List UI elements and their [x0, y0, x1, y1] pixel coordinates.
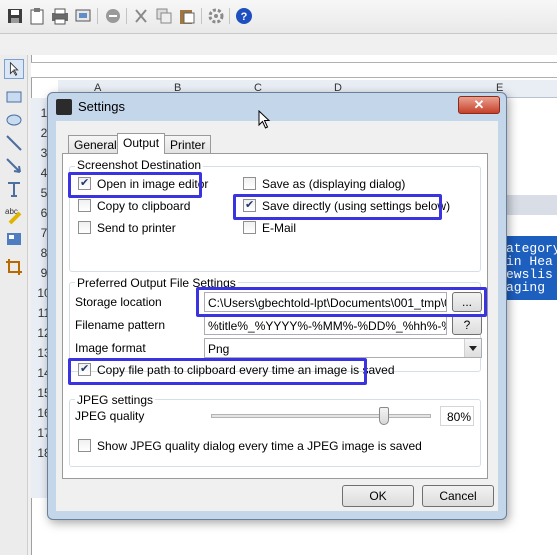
- checkbox-box: [243, 221, 256, 234]
- tab-output[interactable]: Output: [117, 133, 166, 154]
- copy-icon[interactable]: [155, 7, 173, 25]
- paste-icon[interactable]: [178, 7, 196, 25]
- filename-pattern-input[interactable]: %title%_%YYYY%-%MM%-%DD%_%hh%-%mm%-: [204, 315, 447, 335]
- email-checkbox[interactable]: E-Mail: [243, 221, 296, 235]
- show-jpeg-dialog-checkbox[interactable]: Show JPEG quality dialog every time a JP…: [78, 439, 422, 453]
- rectangle-tool-icon[interactable]: [4, 87, 24, 107]
- toolbar-separator: [97, 8, 98, 24]
- image-format-label: Image format: [75, 341, 146, 355]
- checkbox-label: Send to printer: [97, 221, 176, 235]
- output-tab-panel: Screenshot Destination Open in image edi…: [62, 153, 488, 479]
- canvas-top-strip: [31, 62, 557, 78]
- toolbar-separator: [126, 8, 127, 24]
- clipboard-icon[interactable]: [28, 7, 46, 25]
- checkbox-label: Copy file path to clipboard every time a…: [97, 363, 395, 377]
- background-band: [505, 195, 557, 215]
- cancel-button[interactable]: Cancel: [422, 485, 494, 507]
- group-title: JPEG settings: [75, 393, 156, 407]
- dialog-title: Settings: [78, 99, 125, 114]
- checkbox-box: [78, 439, 91, 452]
- slider-track: [211, 414, 431, 418]
- save-as-checkbox[interactable]: Save as (displaying dialog): [243, 177, 405, 191]
- slider-thumb[interactable]: [379, 407, 389, 425]
- ok-button[interactable]: OK: [342, 485, 414, 507]
- copy-to-clipboard-checkbox[interactable]: Copy to clipboard: [78, 199, 190, 213]
- dialog-client-area: General Output Printer Screenshot Destin…: [56, 121, 498, 511]
- svg-text:?: ?: [241, 11, 248, 23]
- highlight-tool-icon[interactable]: abc: [4, 205, 24, 225]
- checkbox-box: [78, 362, 91, 376]
- checkbox-label: Open in image editor: [97, 177, 209, 191]
- crop-tool-icon[interactable]: [4, 257, 24, 277]
- mouse-cursor-icon: [258, 110, 271, 129]
- toolbar-separator: [201, 8, 202, 24]
- toolbar-separator: [229, 8, 230, 24]
- cursor-tool-icon[interactable]: [4, 59, 24, 79]
- image-format-value: Png: [208, 342, 230, 356]
- checkbox-box: [78, 199, 91, 212]
- settings-icon[interactable]: [207, 7, 225, 25]
- image-format-select[interactable]: Png: [204, 338, 482, 358]
- browse-button[interactable]: ...: [452, 292, 482, 312]
- jpeg-quality-value[interactable]: 80%: [440, 406, 474, 426]
- pattern-help-button[interactable]: ?: [452, 315, 482, 335]
- code-line: aging: [506, 280, 546, 295]
- checkbox-label: Save as (displaying dialog): [262, 177, 406, 191]
- jpeg-quality-label: JPEG quality: [75, 409, 145, 423]
- line-tool-icon[interactable]: [4, 133, 24, 153]
- save-directly-checkbox[interactable]: Save directly (using settings below): [243, 198, 451, 213]
- group-title: Preferred Output File Settings: [75, 276, 238, 290]
- chevron-down-icon: [464, 339, 481, 357]
- checkbox-label: Save directly (using settings below): [262, 199, 451, 213]
- settings-dialog: Settings ✕ General Output Printer Screen…: [47, 92, 507, 520]
- filename-pattern-label: Filename pattern: [75, 318, 166, 332]
- send-to-printer-checkbox[interactable]: Send to printer: [78, 221, 176, 235]
- open-in-editor-checkbox[interactable]: Open in image editor: [78, 176, 209, 191]
- print-icon[interactable]: [51, 7, 69, 25]
- group-title: Screenshot Destination: [75, 158, 204, 172]
- checkbox-label: Copy to clipboard: [97, 199, 191, 213]
- dialog-titlebar[interactable]: Settings ✕: [48, 93, 506, 120]
- text-tool-icon[interactable]: [4, 179, 24, 199]
- storage-location-input[interactable]: C:\Users\gbechtold-lpt\Documents\001_tmp…: [204, 292, 447, 312]
- main-toolbar: ?: [0, 0, 557, 34]
- remove-icon[interactable]: [104, 7, 122, 25]
- copy-file-path-checkbox[interactable]: Copy file path to clipboard every time a…: [78, 362, 395, 377]
- tab-general[interactable]: General: [68, 135, 123, 153]
- cut-icon[interactable]: [132, 7, 150, 25]
- checkbox-box: [243, 177, 256, 190]
- arrow-tool-icon[interactable]: [4, 156, 24, 176]
- app-logo-icon: [56, 99, 72, 115]
- obfuscate-tool-icon[interactable]: [4, 229, 24, 249]
- checkbox-box: [78, 221, 91, 234]
- help-icon[interactable]: ?: [235, 7, 253, 25]
- checkbox-box: [243, 198, 256, 212]
- storage-location-label: Storage location: [75, 295, 162, 309]
- checkbox-box: [78, 176, 91, 190]
- drawing-tools-bar: abc: [0, 55, 28, 555]
- checkbox-label: Show JPEG quality dialog every time a JP…: [97, 439, 422, 453]
- save-icon[interactable]: [6, 7, 24, 25]
- checkbox-label: E-Mail: [262, 221, 297, 235]
- background-code-panel: ategory in Hea ewslis aging: [505, 236, 557, 300]
- ellipse-tool-icon[interactable]: [4, 110, 24, 130]
- jpeg-quality-slider[interactable]: [211, 406, 431, 426]
- close-button[interactable]: ✕: [458, 96, 500, 114]
- send-icon[interactable]: [74, 7, 92, 25]
- tab-printer[interactable]: Printer: [164, 135, 212, 153]
